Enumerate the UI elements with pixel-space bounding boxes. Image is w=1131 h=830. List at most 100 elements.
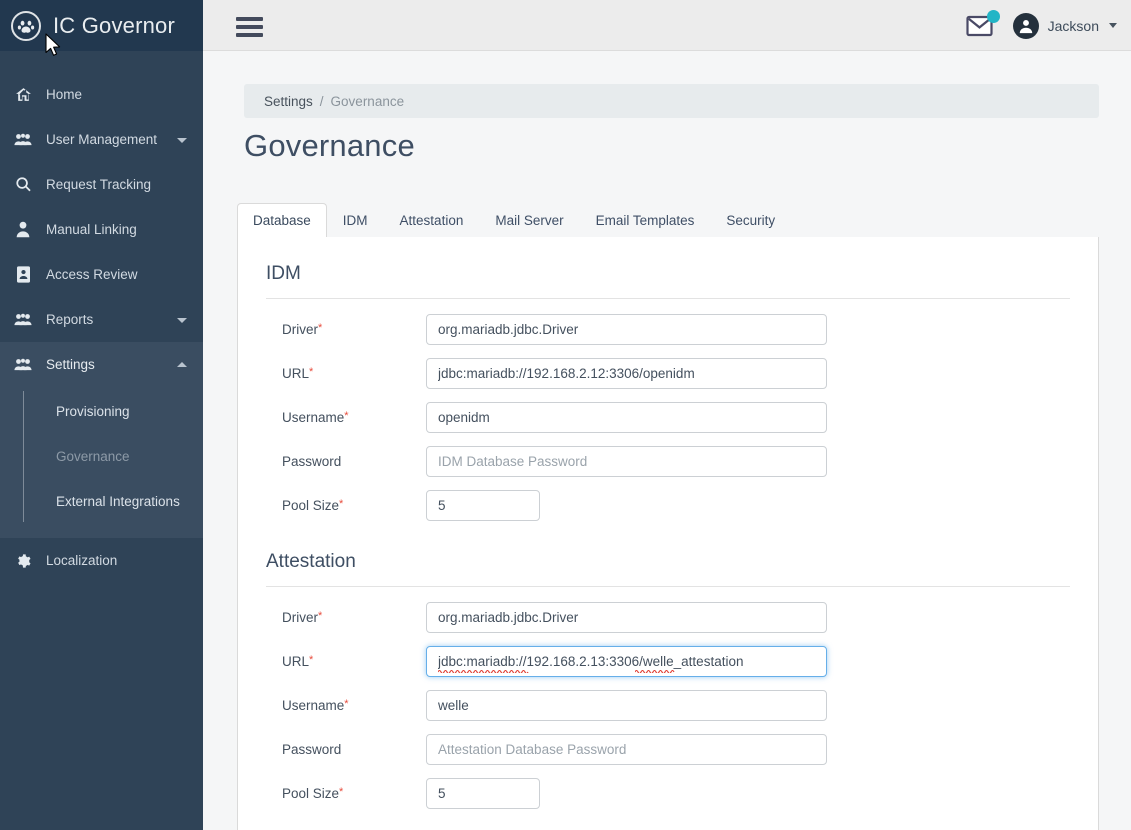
attestation-password-input[interactable] [426, 733, 827, 765]
sidebar-item-label: Home [46, 87, 83, 102]
sidebar-item-user-management[interactable]: User Management [0, 117, 203, 162]
notification-dot [986, 9, 1000, 23]
sidebar-item-manual-linking[interactable]: Manual Linking [0, 207, 203, 252]
tab-email-templates[interactable]: Email Templates [580, 203, 711, 238]
section-divider [266, 298, 1070, 299]
required-marker: * [309, 653, 314, 666]
brand-header[interactable]: IC Governor [0, 0, 203, 51]
attestation-driver-input[interactable] [426, 601, 827, 633]
attestation-url-input[interactable] [426, 645, 827, 677]
tab-bar: Database IDM Attestation Mail Server Ema… [237, 203, 1099, 238]
required-marker: * [309, 365, 314, 378]
form-row-attestation-pool-size: Pool Size* [238, 771, 1098, 815]
label-idm-pool-size: Pool Size* [282, 497, 344, 513]
users-icon [0, 132, 46, 147]
required-marker: * [318, 609, 323, 622]
home-icon [0, 86, 46, 103]
chevron-down-icon [177, 317, 187, 323]
sidebar: IC Governor Home User Management Request… [0, 0, 203, 830]
chevron-up-icon [177, 361, 187, 367]
sidebar-item-request-tracking[interactable]: Request Tracking [0, 162, 203, 207]
attestation-pool-size-input[interactable] [426, 777, 540, 809]
breadcrumb-root[interactable]: Settings [264, 94, 313, 109]
label-attestation-username: Username* [282, 697, 349, 713]
submenu-item-external-integrations[interactable]: External Integrations [0, 479, 203, 524]
tab-security[interactable]: Security [710, 203, 791, 238]
main-content: Settings / Governance Governance Databas… [203, 51, 1131, 830]
form-row-attestation-url: URL* [238, 639, 1098, 683]
tab-idm[interactable]: IDM [327, 203, 384, 238]
form-row-attestation-username: Username* [238, 683, 1098, 727]
attestation-username-input[interactable] [426, 689, 827, 721]
person-icon [0, 221, 46, 238]
section-divider [266, 586, 1070, 587]
breadcrumb-separator: / [319, 93, 324, 109]
label-idm-username: Username* [282, 409, 349, 425]
form-row-idm-url: URL* [238, 351, 1098, 395]
label-idm-driver: Driver* [282, 321, 323, 337]
sidebar-item-label: Access Review [46, 267, 138, 282]
users-icon [0, 312, 46, 327]
idm-url-input[interactable] [426, 357, 827, 389]
submenu-item-label: Governance [56, 449, 130, 464]
required-marker: * [318, 321, 323, 334]
label-idm-url: URL* [282, 365, 314, 381]
idm-driver-input[interactable] [426, 313, 827, 345]
envelope-icon[interactable] [966, 9, 1000, 38]
label-attestation-driver: Driver* [282, 609, 323, 625]
sidebar-item-access-review[interactable]: Access Review [0, 252, 203, 297]
idm-password-input[interactable] [426, 445, 827, 477]
tab-attestation[interactable]: Attestation [384, 203, 480, 238]
sidebar-item-label: User Management [46, 132, 158, 147]
section-title-idm: IDM [266, 263, 301, 284]
form-row-idm-password: Password [238, 439, 1098, 483]
breadcrumb-leaf: Governance [330, 93, 405, 109]
form-row-attestation-password: Password [238, 727, 1098, 771]
page-title: Governance [244, 128, 415, 163]
hamburger-icon[interactable] [236, 17, 263, 37]
sidebar-item-label: Settings [46, 357, 95, 372]
brand-title: IC Governor [53, 12, 176, 38]
settings-submenu: Provisioning Governance External Integra… [0, 387, 203, 538]
required-marker: * [344, 697, 349, 710]
user-menu[interactable]: Jackson [1012, 12, 1117, 39]
submenu-item-label: Provisioning [56, 404, 130, 419]
required-marker: * [339, 785, 344, 798]
label-attestation-url: URL* [282, 653, 314, 669]
chevron-down-icon [1109, 23, 1117, 28]
topbar-actions: Jackson [966, 0, 1117, 51]
required-marker: * [339, 497, 344, 510]
sidebar-item-home[interactable]: Home [0, 72, 203, 117]
search-icon [0, 176, 46, 193]
tab-mail-server[interactable]: Mail Server [479, 203, 579, 238]
label-attestation-pool-size: Pool Size* [282, 785, 344, 801]
submenu-item-label: External Integrations [56, 494, 180, 509]
required-marker: * [344, 409, 349, 422]
database-settings-panel: IDM Driver* URL* Username* Password Pool… [237, 237, 1099, 830]
sidebar-item-label: Reports [46, 312, 94, 327]
form-row-idm-pool-size: Pool Size* [238, 483, 1098, 527]
attestation-url-field-wrap [426, 645, 827, 677]
section-title-attestation: Attestation [266, 551, 356, 572]
sidebar-item-settings[interactable]: Settings [0, 342, 203, 387]
topbar: Jackson [203, 0, 1131, 51]
sidebar-item-localization[interactable]: Localization [0, 538, 203, 583]
label-attestation-password: Password [282, 741, 342, 757]
sidebar-nav: Home User Management Request Tracking Ma… [0, 51, 203, 583]
submenu-item-governance[interactable]: Governance [0, 434, 203, 479]
chevron-down-icon [177, 137, 187, 143]
tab-database[interactable]: Database [237, 203, 327, 238]
form-row-idm-username: Username* [238, 395, 1098, 439]
user-avatar-icon [1012, 12, 1039, 39]
sidebar-item-label: Manual Linking [46, 222, 137, 237]
form-row-idm-driver: Driver* [238, 307, 1098, 351]
idm-pool-size-input[interactable] [426, 489, 540, 521]
gear-icon [0, 553, 46, 569]
label-idm-password: Password [282, 453, 342, 469]
sidebar-item-reports[interactable]: Reports [0, 297, 203, 342]
idm-username-input[interactable] [426, 401, 827, 433]
user-name-label: Jackson [1047, 17, 1099, 34]
sidebar-item-label: Request Tracking [46, 177, 152, 192]
submenu-item-provisioning[interactable]: Provisioning [0, 389, 203, 434]
id-card-icon [0, 266, 46, 283]
